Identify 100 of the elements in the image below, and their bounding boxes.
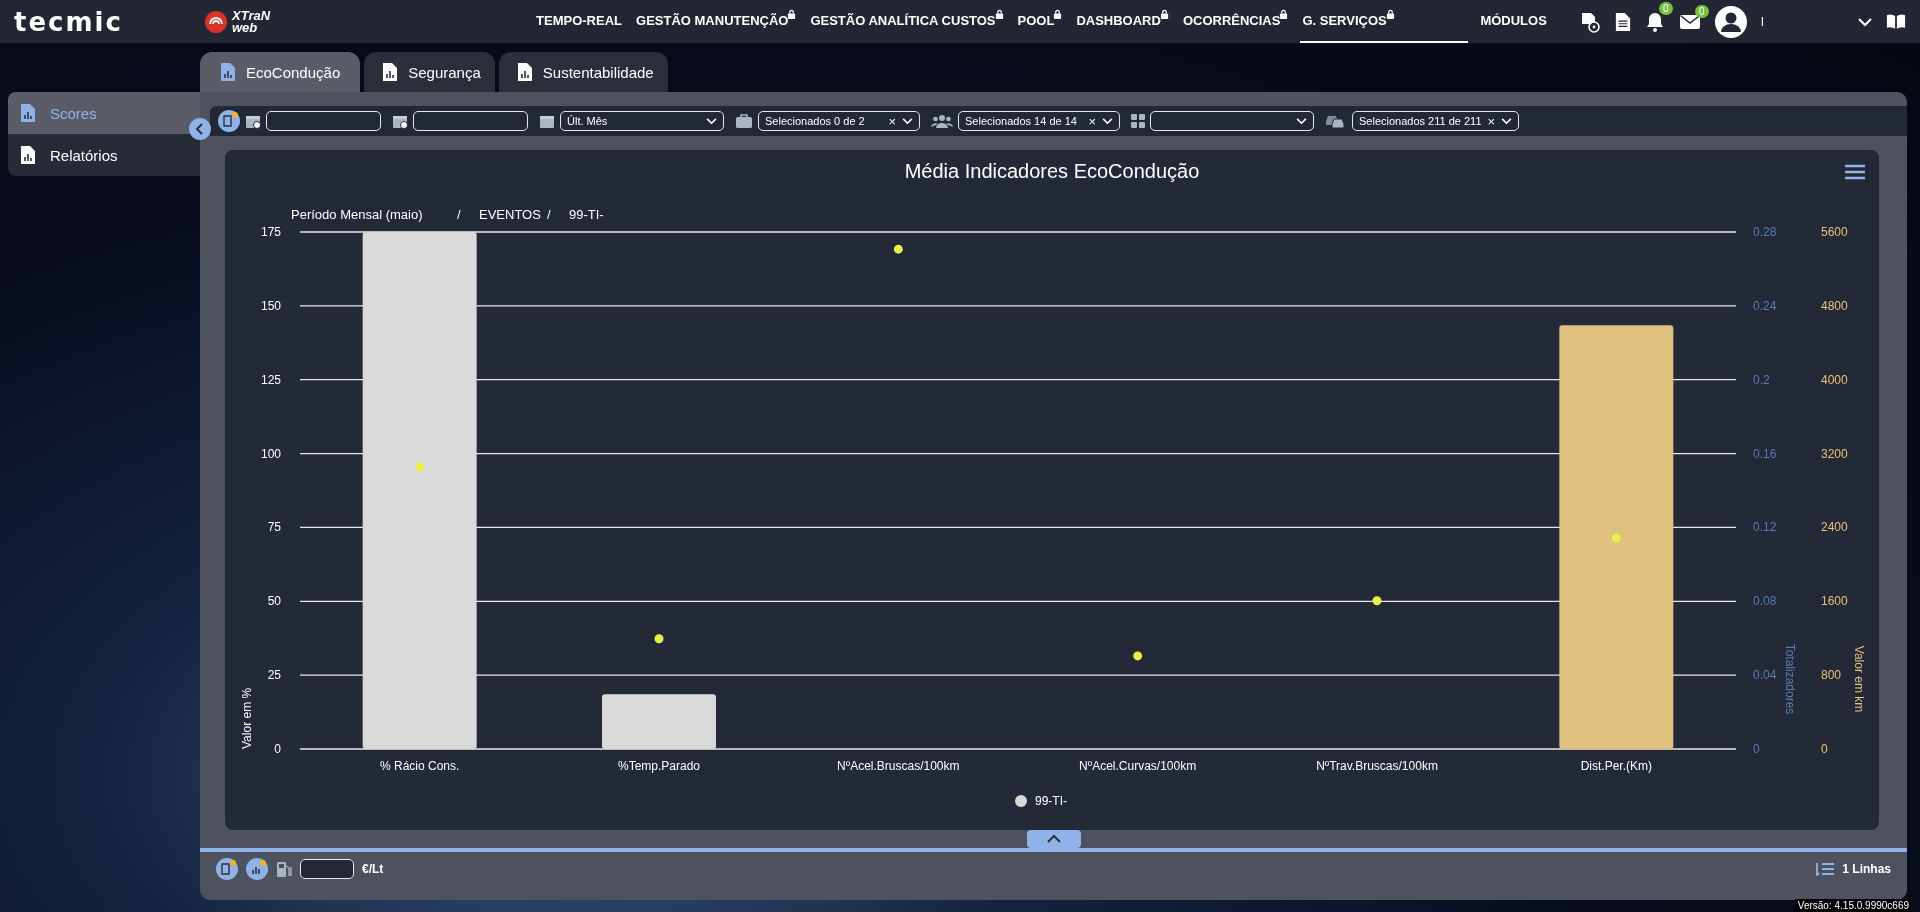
axis-title: Valor em % bbox=[240, 687, 254, 749]
axis-tick-label: 0.16 bbox=[1753, 446, 1777, 461]
data-point bbox=[1133, 651, 1143, 661]
axis-tick-label: 4000 bbox=[1821, 372, 1848, 387]
notification-badge: 0 bbox=[1659, 1, 1673, 15]
nav-link[interactable]: MÓDULOS bbox=[1478, 0, 1549, 43]
signal-icon bbox=[204, 9, 228, 34]
category-label: NºTrav.Bruscas/100km bbox=[1316, 759, 1438, 773]
axis-tick-label: 25 bbox=[267, 668, 281, 683]
lock-icon bbox=[1279, 9, 1289, 20]
chevron-down-icon bbox=[902, 117, 913, 125]
briefcase-icon bbox=[735, 113, 753, 129]
lock-icon bbox=[1385, 9, 1395, 20]
data-point bbox=[1611, 533, 1621, 543]
axis-tick-label: 0.28 bbox=[1753, 225, 1777, 239]
axis-tick-label: 0.2 bbox=[1753, 372, 1770, 387]
sidebar-item[interactable]: Relatórios bbox=[8, 134, 200, 176]
tab[interactable]: Segurança bbox=[364, 52, 495, 92]
chart-document-icon bbox=[220, 62, 236, 82]
axis-title: Valor em km bbox=[1852, 645, 1866, 713]
tab[interactable]: EcoCondução bbox=[200, 52, 361, 92]
expand-handle-icon[interactable] bbox=[1026, 830, 1081, 848]
chart-document-icon bbox=[20, 103, 36, 123]
cars-icon bbox=[1325, 113, 1347, 129]
multi-select[interactable]: Selecionados 211 de 211 × bbox=[1352, 111, 1520, 131]
lock-icon bbox=[1053, 9, 1063, 20]
chart-document-icon bbox=[382, 62, 399, 82]
chevron-down-icon[interactable] bbox=[1858, 16, 1872, 27]
axis-tick-label: 0.12 bbox=[1753, 520, 1777, 535]
calendar-icon bbox=[392, 113, 408, 129]
axis-tick-label: 1600 bbox=[1821, 594, 1848, 609]
breadcrumb-link[interactable]: Período Mensal (maio) bbox=[291, 207, 423, 222]
calendar-icon bbox=[539, 113, 555, 129]
chevron-down-icon bbox=[1501, 117, 1513, 125]
nav-link[interactable]: GESTÃO ANALÍTICA CUSTOS bbox=[808, 0, 1006, 43]
axis-tick-label: 2400 bbox=[1821, 520, 1848, 535]
nav-link[interactable]: OCORRÊNCIAS bbox=[1180, 0, 1291, 43]
multi-select[interactable]: Selecionados 0 de 2 × bbox=[758, 111, 920, 131]
dropdown[interactable] bbox=[1150, 111, 1314, 131]
calendar-icon bbox=[245, 113, 261, 129]
list-icon bbox=[1816, 862, 1835, 876]
axis-tick-label: 4800 bbox=[1821, 298, 1848, 313]
category-label: NºAcel.Curvas/100km bbox=[1079, 759, 1197, 773]
product-logo: XTraN web bbox=[232, 9, 271, 34]
date-field[interactable] bbox=[413, 111, 528, 131]
price-field[interactable] bbox=[300, 859, 354, 879]
chevron-down-icon bbox=[706, 117, 717, 125]
document-icon[interactable] bbox=[1614, 11, 1631, 32]
menu-icon[interactable] bbox=[1845, 164, 1865, 180]
breadcrumb-link[interactable]: 99-TI- bbox=[569, 207, 604, 222]
nav-link[interactable]: G. SERVIÇOS bbox=[1300, 0, 1469, 43]
row-count: 1 Linhas bbox=[1842, 862, 1891, 876]
axis-tick-label: 0.24 bbox=[1753, 298, 1777, 313]
multi-select[interactable]: Selecionados 14 de 14 × bbox=[958, 111, 1120, 131]
bell-icon[interactable] bbox=[1644, 10, 1665, 33]
people-icon bbox=[931, 113, 953, 129]
mail-icon[interactable] bbox=[1678, 13, 1701, 30]
nav-link[interactable]: DASHBOARD bbox=[1074, 0, 1171, 43]
report-settings-icon[interactable] bbox=[218, 110, 240, 132]
axis-tick-label: 175 bbox=[260, 225, 281, 239]
tab[interactable]: Sustentabilidade bbox=[498, 52, 668, 92]
chevron-down-icon bbox=[1296, 117, 1307, 125]
breadcrumb-separator: / bbox=[547, 207, 551, 222]
breadcrumb-link[interactable]: EVENTOS bbox=[479, 207, 541, 222]
nav-link[interactable]: POOL bbox=[1015, 0, 1065, 43]
axis-tick-label: 100 bbox=[260, 446, 281, 461]
fuel-pump-icon bbox=[276, 860, 292, 878]
axis-tick-label: 0.08 bbox=[1753, 594, 1777, 609]
axis-tick-label: 0 bbox=[1821, 742, 1828, 756]
version-label: Versão: 4.15.0.9990c669 bbox=[1794, 899, 1912, 912]
chart-settings-icon[interactable] bbox=[246, 858, 268, 880]
axis-tick-label: 0.04 bbox=[1753, 668, 1777, 683]
data-point bbox=[1372, 596, 1382, 606]
collapse-button-icon[interactable] bbox=[189, 118, 211, 140]
axis-tick-label: 800 bbox=[1821, 668, 1842, 683]
book-icon[interactable] bbox=[1886, 13, 1906, 30]
unit-label: €/Lt bbox=[362, 862, 384, 876]
category-label: % Rácio Cons. bbox=[380, 759, 460, 773]
lock-icon bbox=[787, 9, 797, 20]
axis-tick-label: 125 bbox=[260, 372, 281, 387]
date-field[interactable] bbox=[266, 111, 381, 131]
chevron-down-icon bbox=[1102, 117, 1113, 125]
axis-tick-label: 150 bbox=[260, 298, 281, 313]
grid-icon bbox=[1131, 114, 1145, 128]
data-point bbox=[893, 244, 903, 254]
legend-label[interactable]: 99-TI- bbox=[1035, 794, 1067, 808]
user-name: I bbox=[1760, 14, 1764, 29]
nav-link[interactable]: TEMPO-REAL bbox=[534, 0, 624, 43]
axis-title: Totalizadores bbox=[1783, 643, 1797, 715]
data-point bbox=[654, 634, 664, 644]
dropdown[interactable]: Últ. Mês bbox=[560, 111, 724, 131]
category-label: NºAcel.Bruscas/100km bbox=[837, 759, 960, 773]
nav-link[interactable]: GESTÃO MANUTENÇÃO bbox=[634, 0, 799, 43]
chart-document-icon bbox=[516, 62, 533, 82]
axis-tick-label: 5600 bbox=[1821, 225, 1848, 239]
user-avatar-icon[interactable] bbox=[1714, 5, 1747, 38]
report-settings-icon[interactable] bbox=[216, 858, 238, 880]
company-logo: tecmic bbox=[14, 6, 124, 37]
axis-tick-label: 0 bbox=[1753, 742, 1760, 756]
lock-icon bbox=[1159, 9, 1169, 20]
